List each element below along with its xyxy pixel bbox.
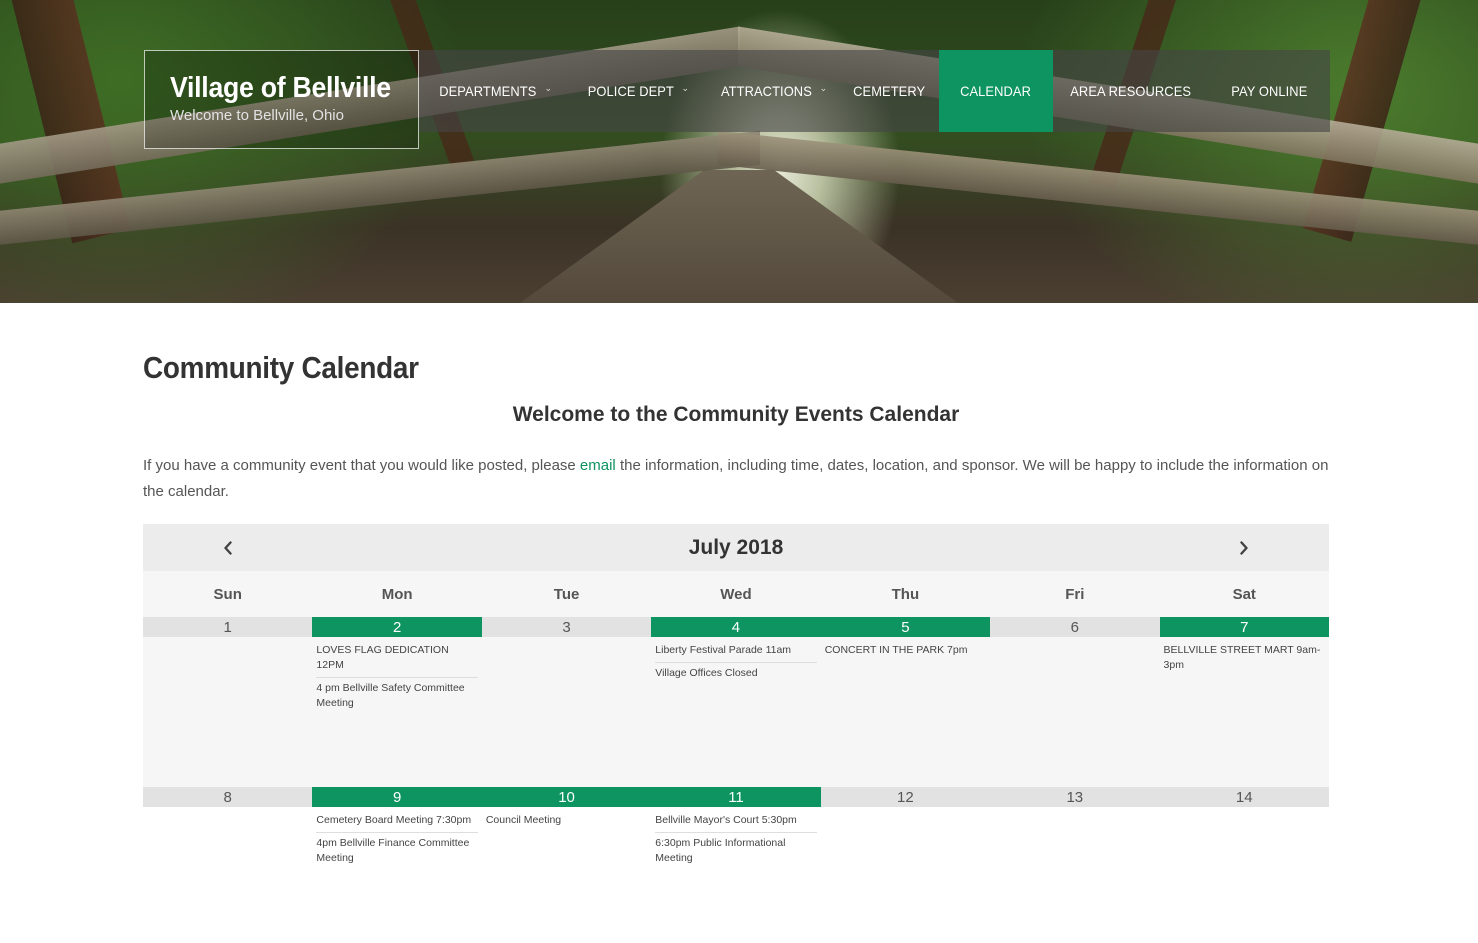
day-event-list: Council Meeting bbox=[482, 807, 651, 832]
nav-item-label: POLICE DEPT bbox=[587, 83, 674, 99]
calendar-day-cell[interactable]: 14 bbox=[1159, 787, 1329, 875]
day-number: 11 bbox=[651, 787, 821, 807]
calendar-event-link[interactable]: CONCERT IN THE PARK 7pm bbox=[825, 640, 986, 662]
day-event-list: Bellville Mayor's Court 5:30pm 6:30pm Pub… bbox=[651, 807, 820, 870]
nav-item-label: CEMETERY bbox=[852, 83, 926, 99]
calendar-event-link[interactable]: 4 pm Bellville Safety Committee Meeting bbox=[316, 678, 477, 715]
day-number: 12 bbox=[820, 787, 991, 807]
calendar-event-link[interactable]: Council Meeting bbox=[486, 810, 647, 832]
day-number: 4 bbox=[651, 617, 821, 637]
weekday-label: Thu bbox=[891, 585, 920, 603]
calendar-day-cell[interactable]: 1 bbox=[143, 617, 313, 787]
day-number: 3 bbox=[481, 617, 652, 637]
chevron-left-icon bbox=[224, 540, 232, 555]
calendar-day-cell[interactable]: 8 bbox=[143, 787, 313, 875]
weekday-label: Mon bbox=[381, 585, 413, 603]
events-calendar: July 2018 Sun Mon Tue Wed Thu Fri Sat 12… bbox=[143, 524, 1329, 875]
day-number: 14 bbox=[1159, 787, 1329, 807]
calendar-week-row: 1 2 LOVES FLAG DEDICATION 12PM 4 pm Bellvil… bbox=[143, 617, 1329, 787]
day-number: 1 bbox=[143, 617, 313, 637]
day-number: 8 bbox=[143, 787, 313, 807]
intro-text: If you have a community event that you w… bbox=[143, 457, 580, 474]
calendar-grid: 1 2 LOVES FLAG DEDICATION 12PM 4 pm Bellvil… bbox=[143, 617, 1329, 875]
weekday-label: Sat bbox=[1232, 585, 1256, 603]
day-number: 7 bbox=[1159, 617, 1329, 637]
calendar-event-link[interactable]: 4pm Bellville Finance Committee Meeting bbox=[316, 833, 477, 870]
nav-item-label: ATTRACTIONS bbox=[720, 83, 812, 99]
weekday-label: Fri bbox=[1065, 585, 1085, 603]
intro-paragraph: If you have a community event that you w… bbox=[143, 453, 1333, 505]
chevron-down-icon: ⌄ bbox=[681, 82, 690, 93]
site-tagline: Welcome to Bellville, Ohio bbox=[170, 107, 344, 124]
nav-item-label: AREA RESOURCES bbox=[1070, 83, 1191, 99]
chevron-down-icon: ⌄ bbox=[544, 82, 553, 93]
calendar-day-cell[interactable]: 2 LOVES FLAG DEDICATION 12PM 4 pm Bellvill… bbox=[312, 617, 482, 787]
day-number: 5 bbox=[820, 617, 991, 637]
day-number: 9 bbox=[312, 787, 482, 807]
calendar-event-link[interactable]: Bellville Mayor's Court 5:30pm bbox=[655, 810, 817, 833]
calendar-day-cell[interactable]: 3 bbox=[481, 617, 652, 787]
nav-item-cemetery[interactable]: CEMETERY bbox=[839, 50, 939, 132]
day-number: 10 bbox=[481, 787, 652, 807]
calendar-event-link[interactable]: LOVES FLAG DEDICATION 12PM bbox=[316, 640, 478, 678]
calendar-event-link[interactable]: 6:30pm Public Informational Meeting bbox=[655, 833, 816, 870]
calendar-header: July 2018 bbox=[143, 524, 1329, 571]
nav-item-label: DEPARTMENTS bbox=[439, 83, 537, 99]
hero-banner bbox=[0, 0, 1478, 303]
chevron-right-icon bbox=[1240, 540, 1248, 555]
calendar-welcome-heading: Welcome to the Community Events Calendar bbox=[512, 403, 960, 426]
calendar-week-row: 8 9 Cemetery Board Meeting 7:30pm 4pm Bellv… bbox=[143, 787, 1329, 875]
calendar-day-cell[interactable]: 6 bbox=[990, 617, 1160, 787]
weekday-label: Wed bbox=[720, 585, 752, 603]
calendar-event-link[interactable]: BELLVILLE STREET MART 9am-3pm bbox=[1164, 640, 1325, 677]
chevron-down-icon: ⌄ bbox=[819, 82, 828, 93]
weekday-label: Tue bbox=[553, 585, 580, 603]
day-event-list: BELLVILLE STREET MART 9am-3pm bbox=[1160, 637, 1329, 677]
calendar-day-cell[interactable]: 9 Cemetery Board Meeting 7:30pm 4pm Bellvi… bbox=[312, 787, 482, 875]
day-event-list: Liberty Festival Parade 11am Village Offi… bbox=[651, 637, 820, 685]
weekday-header-row: Sun Mon Tue Wed Thu Fri Sat bbox=[143, 571, 1329, 617]
day-event-list: Cemetery Board Meeting 7:30pm 4pm Bellvil… bbox=[312, 807, 481, 870]
main-navigation: DEPARTMENTS ⌄ POLICE DEPT ⌄ ATTRACTIONS … bbox=[419, 50, 1330, 132]
day-event-list: LOVES FLAG DEDICATION 12PM 4 pm Bellville… bbox=[312, 637, 481, 715]
nav-item-attractions[interactable]: ATTRACTIONS ⌄ bbox=[705, 50, 839, 132]
calendar-day-cell[interactable]: 10 Council Meeting bbox=[481, 787, 652, 875]
day-number: 6 bbox=[990, 617, 1160, 637]
calendar-event-link[interactable]: Cemetery Board Meeting 7:30pm bbox=[316, 810, 478, 833]
calendar-day-cell[interactable]: 4 Liberty Festival Parade 11am Village Off… bbox=[651, 617, 821, 787]
site-title[interactable]: Village of Bellville bbox=[170, 71, 398, 105]
calendar-day-cell[interactable]: 5 CONCERT IN THE PARK 7pm bbox=[820, 617, 991, 787]
email-link[interactable]: email bbox=[580, 457, 616, 474]
day-number: 13 bbox=[990, 787, 1160, 807]
nav-item-area-resources[interactable]: AREA RESOURCES bbox=[1053, 50, 1208, 132]
calendar-day-cell[interactable]: 12 bbox=[820, 787, 991, 875]
calendar-day-cell[interactable]: 11 Bellville Mayor's Court 5:30pm 6:30pm P… bbox=[651, 787, 821, 875]
nav-item-label: PAY ONLINE bbox=[1230, 83, 1308, 99]
calendar-day-cell[interactable]: 13 bbox=[990, 787, 1160, 875]
day-event-list: CONCERT IN THE PARK 7pm bbox=[821, 637, 990, 662]
weekday-label: Sun bbox=[213, 585, 242, 603]
next-month-button[interactable] bbox=[1224, 524, 1264, 571]
prev-month-button[interactable] bbox=[208, 524, 248, 571]
nav-item-departments[interactable]: DEPARTMENTS ⌄ bbox=[419, 50, 568, 132]
calendar-event-link[interactable]: Village Offices Closed bbox=[655, 663, 816, 685]
page-title: Community Calendar bbox=[143, 350, 419, 385]
day-number: 2 bbox=[312, 617, 482, 637]
nav-item-police-dept[interactable]: POLICE DEPT ⌄ bbox=[568, 50, 705, 132]
nav-item-pay-online[interactable]: PAY ONLINE bbox=[1208, 50, 1330, 132]
nav-item-label: CALENDAR bbox=[960, 83, 1032, 99]
calendar-day-cell[interactable]: 7 BELLVILLE STREET MART 9am-3pm bbox=[1159, 617, 1329, 787]
bridge-deck bbox=[520, 170, 958, 303]
calendar-event-link[interactable]: Liberty Festival Parade 11am bbox=[655, 640, 817, 663]
site-branding[interactable]: Village of Bellville Welcome to Bellvill… bbox=[144, 50, 419, 149]
nav-item-calendar[interactable]: CALENDAR bbox=[939, 50, 1053, 132]
calendar-month-label: July 2018 bbox=[688, 535, 784, 559]
